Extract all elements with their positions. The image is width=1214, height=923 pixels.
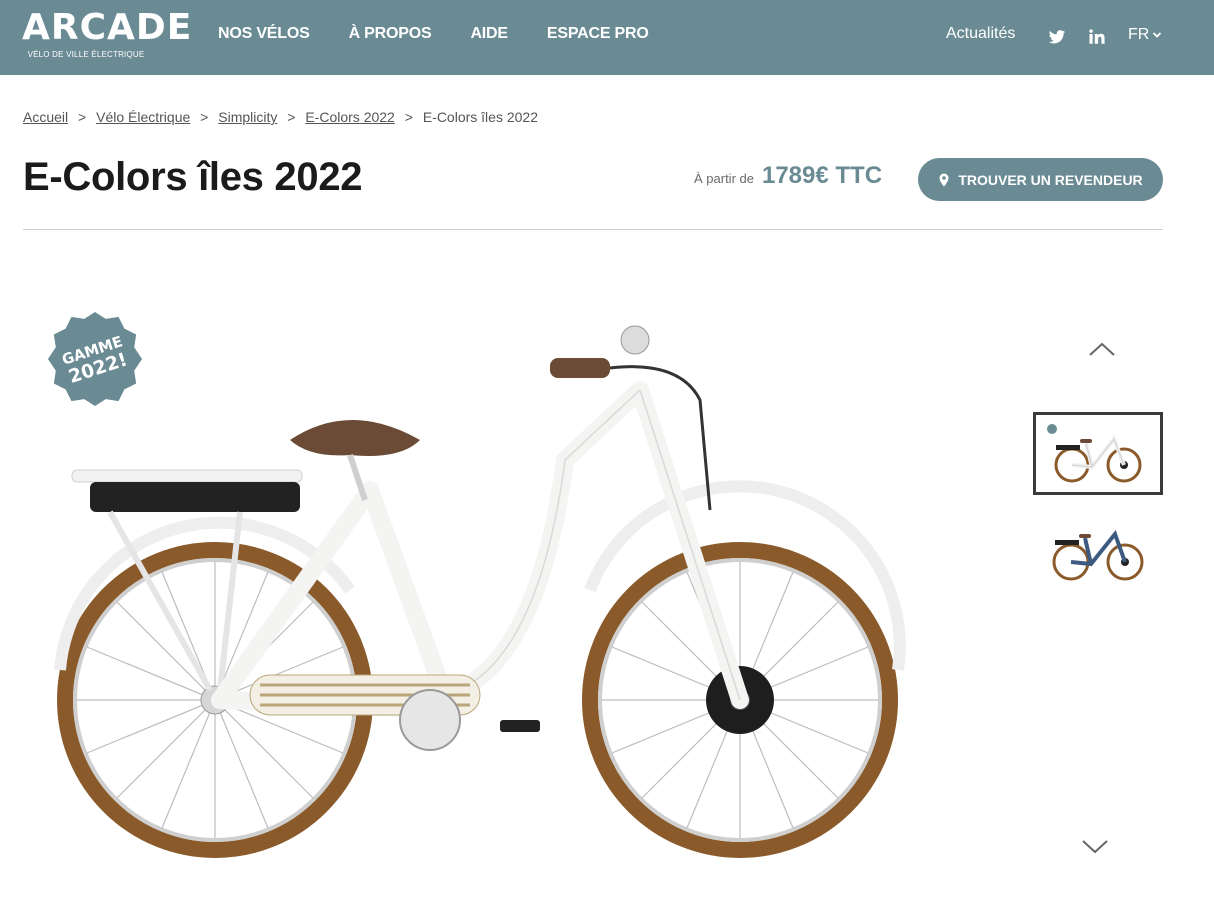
breadcrumb-current: E-Colors îles 2022 [422,109,538,125]
breadcrumb-accueil[interactable]: Accueil [23,109,68,125]
product-image-white-e-bike[interactable] [20,290,940,880]
breadcrumb-e-colors-2022[interactable]: E-Colors 2022 [305,109,395,125]
language-selector[interactable]: FR [1128,26,1162,44]
map-pin-icon [939,173,949,186]
logo-tagline: VÉLO DE VILLE ÉLECTRIQUE [27,50,145,59]
twitter-icon[interactable] [1048,28,1066,46]
chevron-down-icon [1153,32,1162,38]
breadcrumb-separator: > [78,109,87,125]
nav-aide[interactable]: AIDE [470,25,508,43]
breadcrumb-simplicity[interactable]: Simplicity [218,109,277,125]
arcade-logo[interactable]: ARCADE VÉLO DE VILLE ÉLECTRIQUE [22,7,193,64]
title-divider [23,229,1163,230]
thumbnail-white-bike[interactable] [1033,412,1163,495]
thumbnail-blue-bike[interactable] [1033,510,1163,593]
main-menu: NOS VÉLOS À PROPOS AIDE ESPACE PRO [218,25,688,43]
logo-wordmark: ARCADE [22,7,193,48]
chevron-up-icon[interactable] [1087,340,1117,358]
price-value: 1789€ TTC [761,162,883,189]
page-title: E-Colors îles 2022 [23,155,363,199]
nav-nos-velos[interactable]: NOS VÉLOS [218,25,310,43]
news-link[interactable]: Actualités [946,25,1015,43]
breadcrumb-separator: > [287,109,296,125]
breadcrumb-separator: > [404,109,413,125]
breadcrumb-separator: > [200,109,209,125]
chevron-down-icon[interactable] [1080,838,1110,856]
language-label: FR [1128,26,1150,43]
find-dealer-label: TROUVER UN REVENDEUR [958,171,1143,188]
top-navigation-bar: ARCADE VÉLO DE VILLE ÉLECTRIQUE NOS VÉLO… [0,0,1214,75]
breadcrumb: Accueil > Vélo Électrique > Simplicity >… [23,109,538,125]
linkedin-icon[interactable] [1088,28,1106,46]
price-block: À partir de 1789€ TTC [694,162,882,190]
find-dealer-button[interactable]: TROUVER UN REVENDEUR [918,158,1163,201]
nav-espace-pro[interactable]: ESPACE PRO [547,25,649,43]
price-prefix: À partir de [694,171,754,186]
breadcrumb-velo-electrique[interactable]: Vélo Électrique [96,109,190,125]
white-bike-thumbnail-image [1047,424,1142,483]
blue-bike-thumbnail-image [1052,529,1144,581]
nav-a-propos[interactable]: À PROPOS [349,25,432,43]
